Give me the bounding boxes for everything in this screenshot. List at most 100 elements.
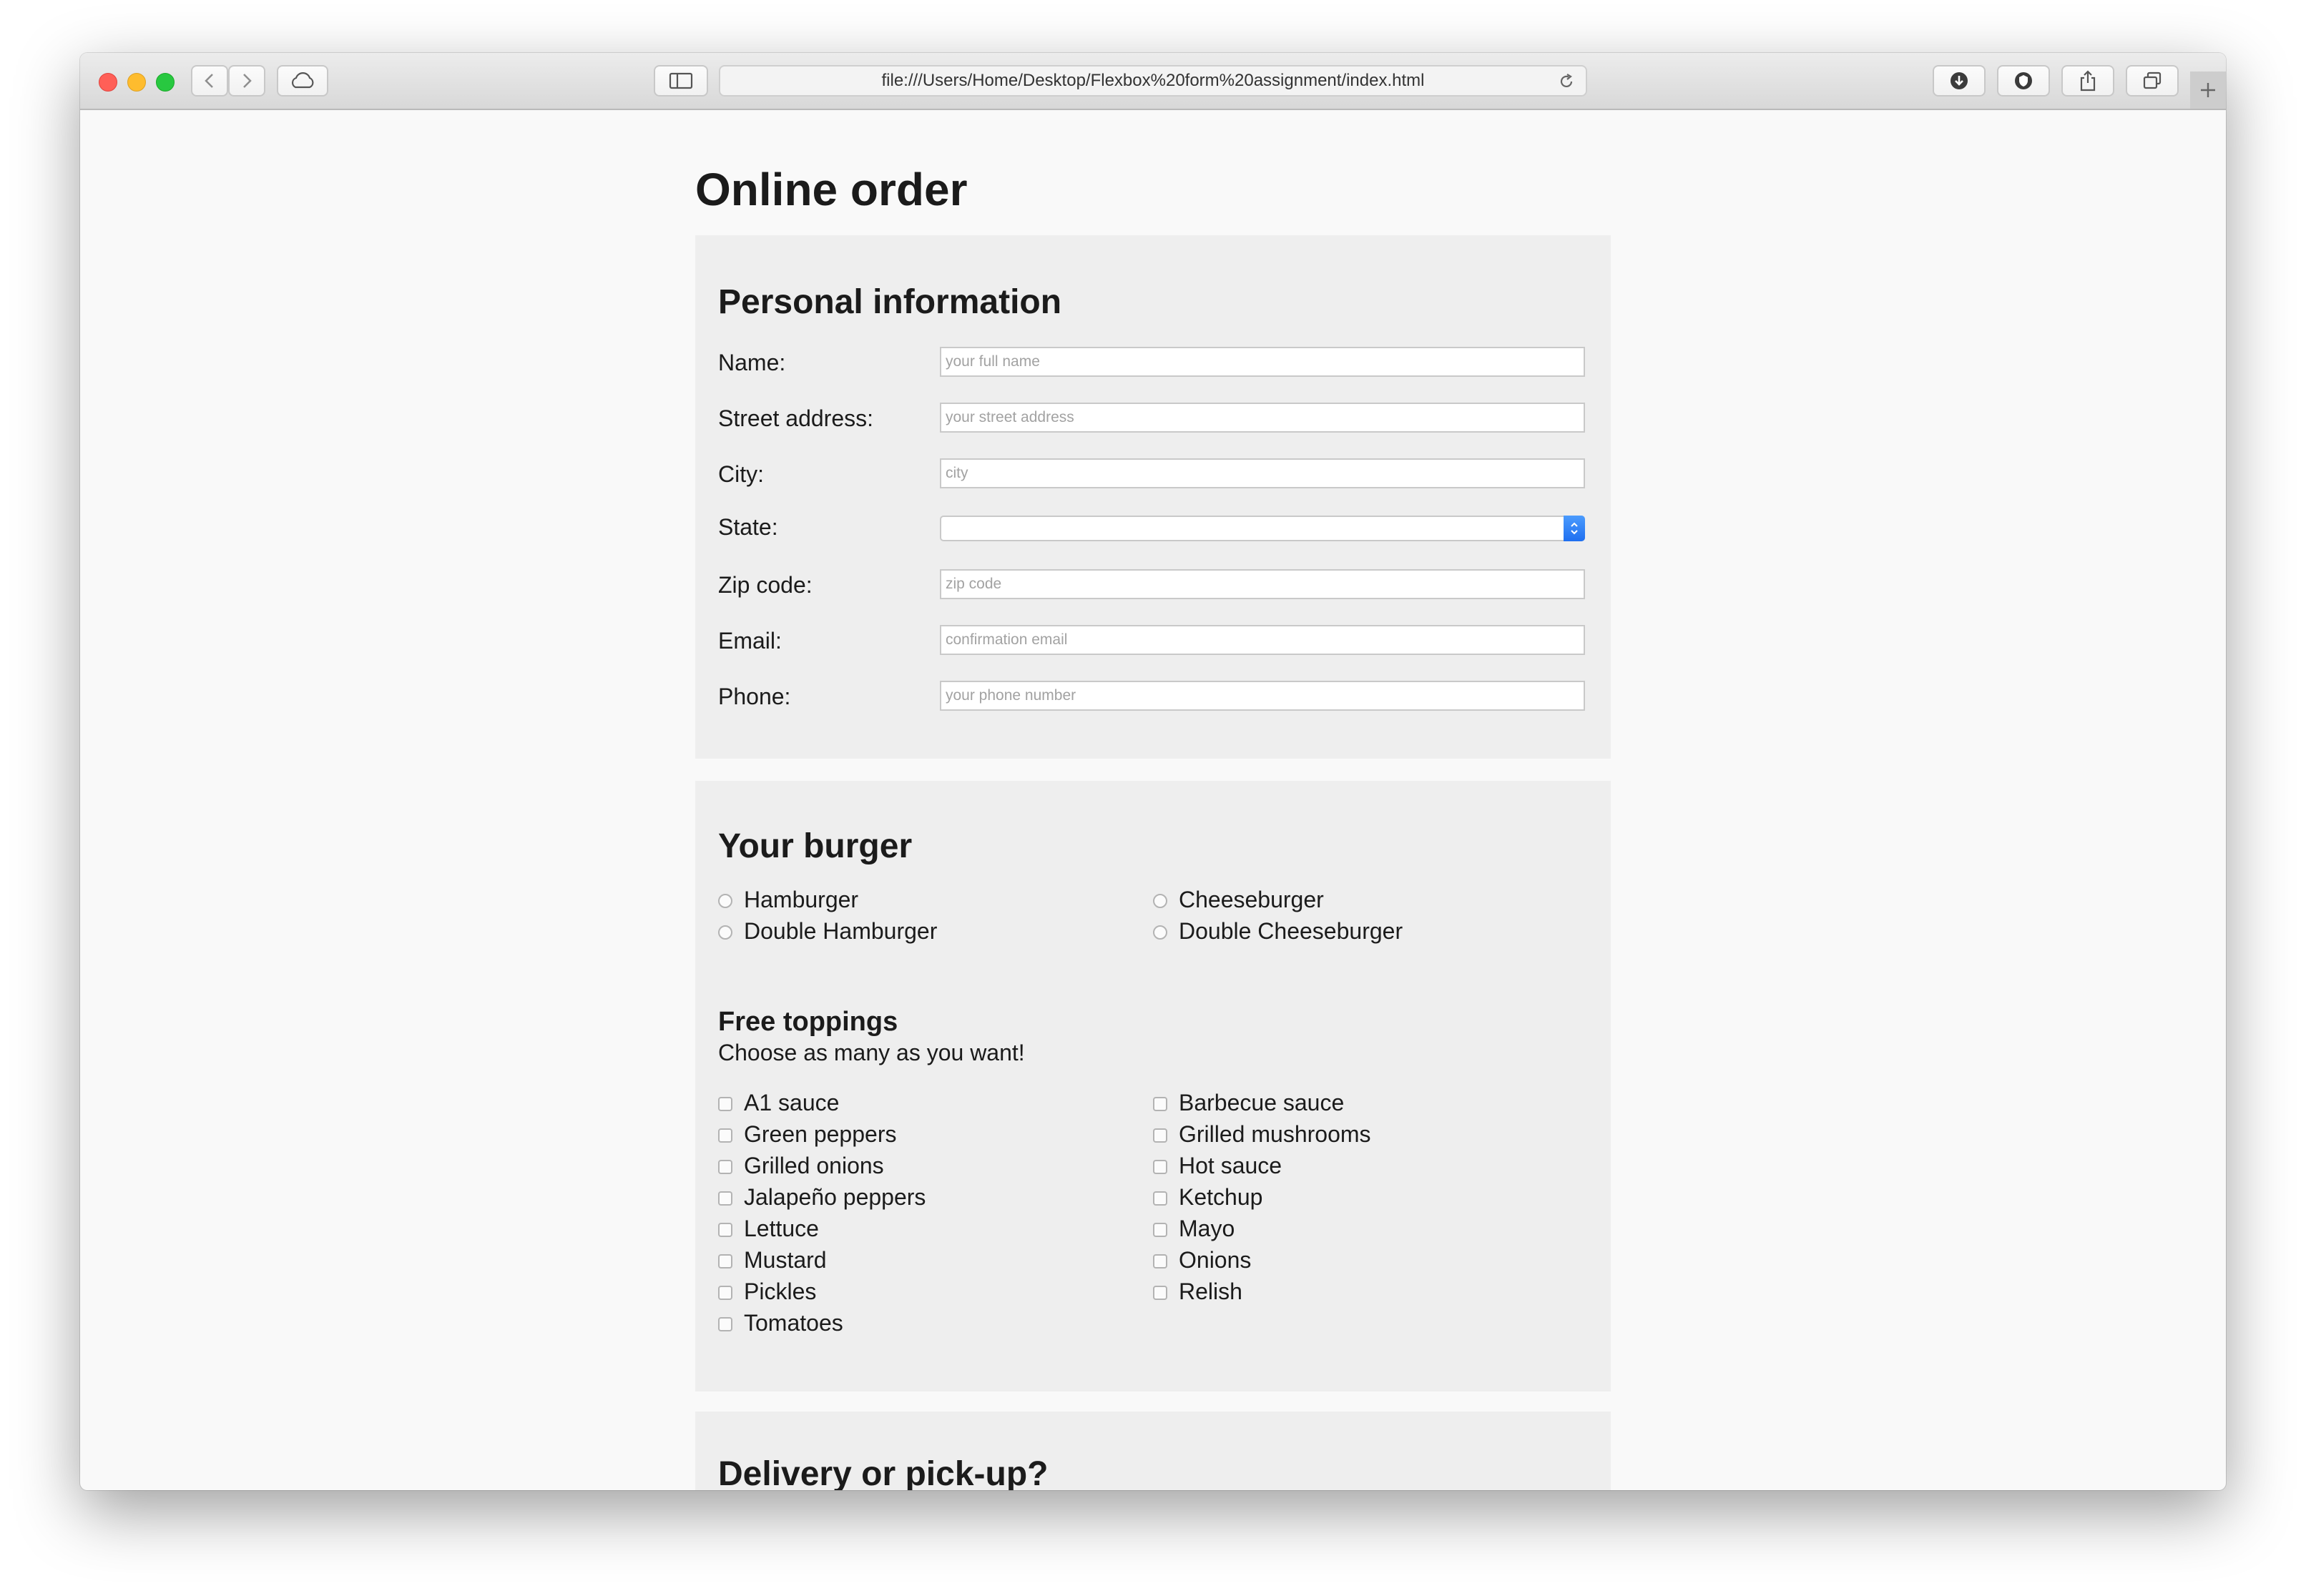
radio-button[interactable]	[1153, 925, 1167, 940]
tabs-overview-icon	[2143, 72, 2162, 89]
city-input[interactable]	[940, 458, 1585, 488]
zoom-window-button[interactable]	[156, 73, 175, 92]
reload-icon[interactable]	[1557, 72, 1576, 96]
topping-a1-sauce[interactable]: A1 sauce	[718, 1088, 839, 1117]
zip-code-input[interactable]	[940, 569, 1585, 599]
personal-info-section: Personal information Name: Street addres…	[695, 235, 1611, 759]
topping-mustard[interactable]: Mustard	[718, 1246, 827, 1274]
topping-grilled-onions[interactable]: Grilled onions	[718, 1151, 884, 1180]
state-select[interactable]	[940, 516, 1585, 541]
topping-barbecue-sauce[interactable]: Barbecue sauce	[1153, 1088, 1344, 1117]
minimize-window-button[interactable]	[127, 73, 146, 92]
checkbox[interactable]	[718, 1097, 732, 1111]
zip-code-label: Zip code:	[718, 572, 813, 598]
burger-option-cheeseburger[interactable]: Cheeseburger	[1153, 885, 1324, 914]
checkbox[interactable]	[718, 1317, 732, 1331]
topping-relish[interactable]: Relish	[1153, 1277, 1242, 1306]
topping-label: Grilled onions	[744, 1152, 884, 1178]
browser-toolbar: file:///Users/Home/Desktop/Flexbox%20for…	[80, 53, 2226, 110]
personal-info-heading: Personal information	[718, 283, 1062, 321]
chevron-right-icon	[243, 74, 252, 88]
topping-label: Lettuce	[744, 1215, 819, 1241]
checkbox[interactable]	[718, 1128, 732, 1143]
checkbox[interactable]	[718, 1254, 732, 1269]
topping-jalapeno-peppers[interactable]: Jalapeño peppers	[718, 1183, 926, 1211]
radio-button[interactable]	[718, 925, 732, 940]
email-label: Email:	[718, 628, 782, 654]
page-title: Online order	[695, 164, 968, 215]
checkbox[interactable]	[1153, 1128, 1167, 1143]
forward-button[interactable]	[228, 65, 265, 97]
burger-option-double-hamburger[interactable]: Double Hamburger	[718, 917, 937, 945]
topping-label: Mayo	[1179, 1215, 1235, 1241]
street-address-label: Street address:	[718, 405, 873, 431]
burger-heading: Your burger	[718, 827, 913, 865]
checkbox[interactable]	[1153, 1191, 1167, 1206]
checkbox[interactable]	[1153, 1254, 1167, 1269]
email-row: Email:	[718, 625, 1589, 656]
cloud-icon	[291, 72, 314, 89]
icloud-tabs-button[interactable]	[277, 65, 328, 97]
checkbox[interactable]	[1153, 1286, 1167, 1300]
burger-option-label: Cheeseburger	[1179, 886, 1324, 912]
chevron-left-icon	[205, 74, 213, 88]
topping-label: Relish	[1179, 1278, 1242, 1304]
burger-option-hamburger[interactable]: Hamburger	[718, 885, 858, 914]
topping-label: Onions	[1179, 1246, 1252, 1273]
topping-label: Green peppers	[744, 1120, 897, 1147]
topping-label: A1 sauce	[744, 1089, 840, 1115]
burger-option-label: Hamburger	[744, 886, 859, 912]
topping-pickles[interactable]: Pickles	[718, 1277, 816, 1306]
close-window-button[interactable]	[99, 73, 117, 92]
checkbox[interactable]	[1153, 1097, 1167, 1111]
topping-label: Barbecue sauce	[1179, 1089, 1345, 1115]
checkbox[interactable]	[718, 1223, 732, 1237]
state-row: State:	[718, 514, 1589, 547]
toppings-subtitle: Choose as many as you want!	[718, 1040, 1025, 1065]
tabs-overview-button[interactable]	[2126, 65, 2179, 97]
street-address-row: Street address:	[718, 403, 1589, 434]
checkbox[interactable]	[718, 1160, 732, 1174]
state-label: State:	[718, 514, 778, 540]
burger-option-label: Double Hamburger	[744, 917, 938, 944]
downloads-button[interactable]	[1933, 65, 1986, 97]
select-arrows-icon[interactable]	[1564, 516, 1585, 541]
checkbox[interactable]	[718, 1286, 732, 1300]
topping-tomatoes[interactable]: Tomatoes	[718, 1309, 843, 1337]
radio-button[interactable]	[1153, 894, 1167, 908]
burger-section: Your burger Hamburger Cheeseburger Doubl…	[695, 781, 1611, 1391]
topping-onions[interactable]: Onions	[1153, 1246, 1251, 1274]
topping-grilled-mushrooms[interactable]: Grilled mushrooms	[1153, 1120, 1371, 1148]
back-button[interactable]	[191, 65, 228, 97]
topping-ketchup[interactable]: Ketchup	[1153, 1183, 1262, 1211]
phone-row: Phone:	[718, 681, 1589, 712]
address-bar[interactable]: file:///Users/Home/Desktop/Flexbox%20for…	[719, 65, 1587, 97]
phone-input[interactable]	[940, 681, 1585, 711]
topping-label: Hot sauce	[1179, 1152, 1282, 1178]
share-button[interactable]	[2061, 65, 2114, 97]
street-address-input[interactable]	[940, 403, 1585, 433]
email-input[interactable]	[940, 625, 1585, 655]
name-input[interactable]	[940, 347, 1585, 377]
url-text: file:///Users/Home/Desktop/Flexbox%20for…	[881, 71, 1425, 90]
sidebar-icon	[669, 72, 693, 89]
checkbox[interactable]	[1153, 1160, 1167, 1174]
name-row: Name:	[718, 347, 1589, 378]
burger-option-double-cheeseburger[interactable]: Double Cheeseburger	[1153, 917, 1403, 945]
checkbox[interactable]	[718, 1191, 732, 1206]
sidebar-toggle-button[interactable]	[654, 65, 708, 97]
topping-label: Grilled mushrooms	[1179, 1120, 1371, 1147]
radio-button[interactable]	[718, 894, 732, 908]
topping-label: Tomatoes	[744, 1309, 843, 1336]
page-viewport[interactable]: Online order Personal information Name: …	[80, 110, 2226, 1490]
topping-hot-sauce[interactable]: Hot sauce	[1153, 1151, 1282, 1180]
city-row: City:	[718, 458, 1589, 490]
topping-mayo[interactable]: Mayo	[1153, 1214, 1235, 1243]
extension-button[interactable]	[1997, 65, 2050, 97]
topping-green-peppers[interactable]: Green peppers	[718, 1120, 896, 1148]
checkbox[interactable]	[1153, 1223, 1167, 1237]
delivery-heading: Delivery or pick-up?	[718, 1455, 1049, 1490]
new-tab-button[interactable]	[2190, 72, 2226, 109]
city-label: City:	[718, 461, 764, 487]
topping-lettuce[interactable]: Lettuce	[718, 1214, 819, 1243]
